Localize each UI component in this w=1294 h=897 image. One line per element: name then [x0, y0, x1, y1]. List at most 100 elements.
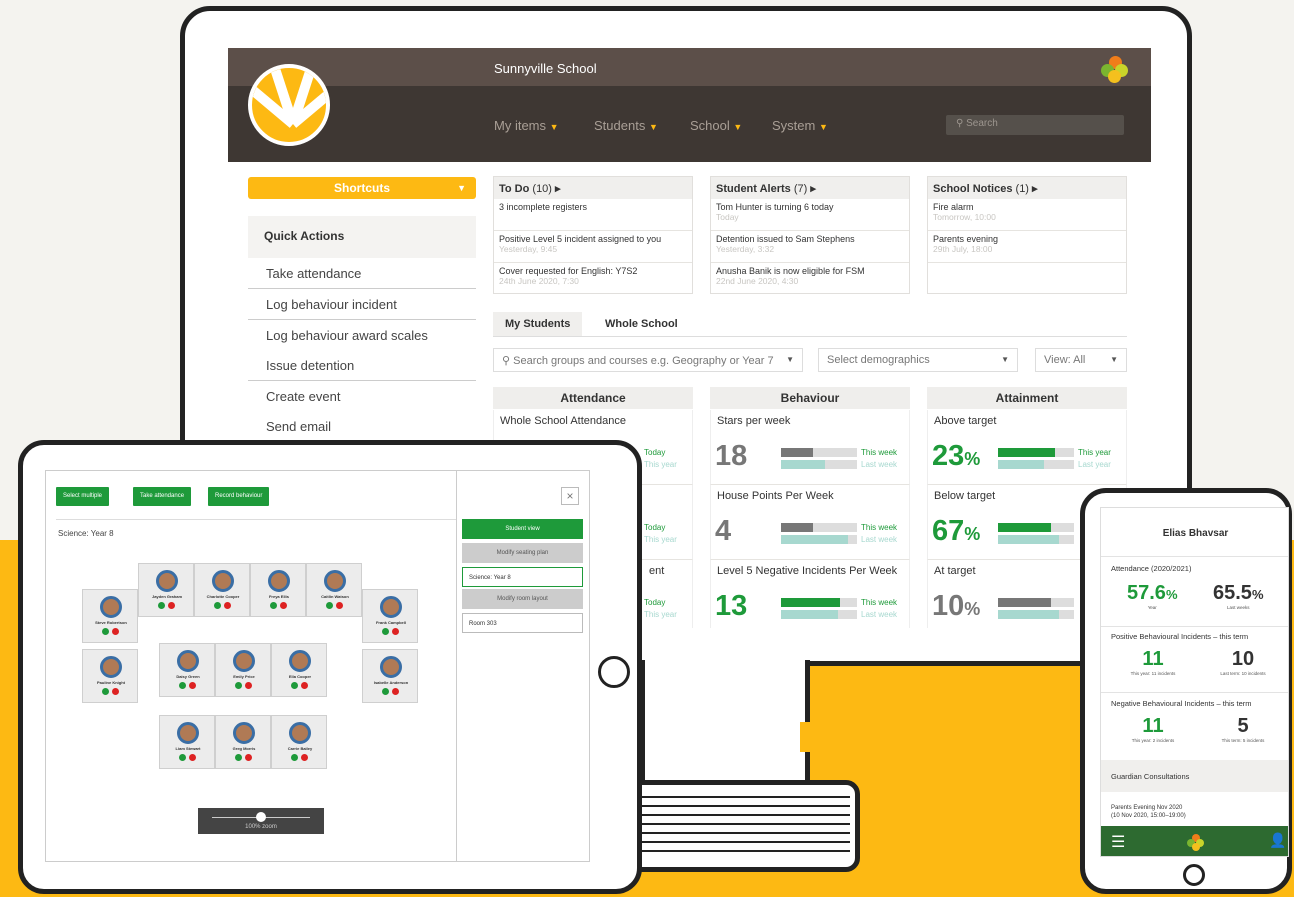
negative-icon[interactable]: [336, 602, 343, 609]
student-avatar: [233, 722, 255, 744]
negative-icon[interactable]: [301, 682, 308, 689]
nav-my-items[interactable]: My items ▼: [494, 118, 559, 133]
student-seat[interactable]: Pauline Knight: [82, 649, 138, 703]
app-logo-icon[interactable]: [1187, 834, 1204, 851]
negative-incidents-metric[interactable]: Level 5 Negative Incidents Per Week 13 T…: [710, 560, 910, 628]
student-seat[interactable]: Carrie Bailey: [271, 715, 327, 769]
guardian-event[interactable]: Parents Evening Nov 2020 (10 Nov 2020, 15…: [1111, 804, 1186, 820]
alert-item[interactable]: Tom Hunter is turning 6 today Today: [711, 199, 909, 231]
notices-header[interactable]: School Notices (1) ▸: [928, 177, 1126, 199]
negative-icon[interactable]: [112, 628, 119, 635]
class-select[interactable]: Science: Year 8: [462, 567, 583, 587]
todo-item[interactable]: 3 incomplete registers: [494, 199, 692, 231]
notice-item[interactable]: Parents evening 29th July, 18:00: [928, 231, 1126, 263]
alerts-header[interactable]: Student Alerts (7) ▸: [711, 177, 909, 199]
negative-icon[interactable]: [112, 688, 119, 695]
positive-icon[interactable]: [102, 688, 109, 695]
alert-item[interactable]: Detention issued to Sam Stephens Yesterda…: [711, 231, 909, 263]
student-seat[interactable]: Ella Cooper: [271, 643, 327, 697]
todo-item[interactable]: Positive Level 5 incident assigned to yo…: [494, 231, 692, 263]
todo-header[interactable]: To Do (10) ▸: [494, 177, 692, 199]
student-view-button[interactable]: Student view: [462, 519, 583, 539]
take-attendance-button[interactable]: Take attendance: [133, 487, 192, 506]
group-search-input[interactable]: ⚲ Search groups and courses e.g. Geograp…: [493, 348, 803, 372]
negative-icon[interactable]: [224, 602, 231, 609]
alert-item[interactable]: Anusha Banik is now eligible for FSM 22nd…: [711, 263, 909, 295]
close-icon[interactable]: ×: [561, 487, 579, 505]
student-seat[interactable]: Steve Robertson: [82, 589, 138, 643]
student-avatar: [100, 656, 122, 678]
room-select[interactable]: Room 303: [462, 613, 583, 633]
search-input[interactable]: ⚲ Search: [946, 115, 1124, 135]
positive-icon[interactable]: [179, 682, 186, 689]
positive-icon[interactable]: [382, 628, 389, 635]
stars-per-week-metric[interactable]: Stars per week 18 This week Last week: [710, 410, 910, 485]
positive-icon[interactable]: [214, 602, 221, 609]
negative-icon[interactable]: [245, 682, 252, 689]
student-seat[interactable]: Liam Stewart: [159, 715, 215, 769]
view-select[interactable]: View: All ▼: [1035, 348, 1127, 372]
student-seat[interactable]: Greg Morris: [215, 715, 271, 769]
positive-icon[interactable]: [270, 602, 277, 609]
menu-icon[interactable]: ☰: [1111, 832, 1125, 852]
student-avatar: [380, 596, 402, 618]
nav-school[interactable]: School ▼: [690, 118, 742, 133]
attendance-label: Attendance (2020/2021): [1111, 564, 1192, 573]
todo-item[interactable]: Cover requested for English: Y7S2 24th Ju…: [494, 263, 692, 295]
negative-icon[interactable]: [301, 754, 308, 761]
select-multiple-button[interactable]: Select multiple: [56, 487, 110, 506]
positive-icon[interactable]: [291, 682, 298, 689]
student-seat[interactable]: Caitlin Watson: [306, 563, 362, 617]
quick-action-issue-detention[interactable]: Issue detention: [248, 350, 476, 381]
student-seat[interactable]: Isabelle Anderson: [362, 649, 418, 703]
positive-icon[interactable]: [235, 682, 242, 689]
negative-icon[interactable]: [245, 754, 252, 761]
negative-icon[interactable]: [392, 628, 399, 635]
guardian-section[interactable]: Guardian Consultations: [1101, 760, 1288, 792]
nav-students[interactable]: Students ▼: [594, 118, 658, 133]
student-seat[interactable]: Charlotte Cooper: [194, 563, 250, 617]
student-seat[interactable]: Frank Campbell: [362, 589, 418, 643]
student-name: Pauline Knight: [97, 680, 125, 685]
negative-icon[interactable]: [392, 688, 399, 695]
zoom-handle[interactable]: [256, 812, 266, 822]
divider: [1101, 692, 1288, 693]
above-target-metric[interactable]: Above target 23% This year Last year: [927, 410, 1127, 485]
negative-icon[interactable]: [280, 602, 287, 609]
student-seat[interactable]: Jayden Graham: [138, 563, 194, 617]
student-name: Carrie Bailey: [287, 746, 313, 751]
record-behaviour-button[interactable]: Record behaviour: [208, 487, 270, 506]
tab-my-students[interactable]: My Students: [493, 312, 583, 336]
notice-item[interactable]: Fire alarm Tomorrow, 10:00: [928, 199, 1126, 231]
quick-action-send-email[interactable]: Send email: [248, 411, 476, 442]
attainment-column-header: Attainment: [927, 387, 1127, 409]
positive-icon[interactable]: [235, 754, 242, 761]
negative-icon[interactable]: [168, 602, 175, 609]
positive-icon[interactable]: [326, 602, 333, 609]
positive-icon[interactable]: [382, 688, 389, 695]
positive-icon[interactable]: [158, 602, 165, 609]
positive-icon[interactable]: [291, 754, 298, 761]
quick-action-create-event[interactable]: Create event: [248, 381, 476, 412]
shortcuts-dropdown[interactable]: Shortcuts ▼: [248, 177, 476, 199]
house-points-metric[interactable]: House Points Per Week 4 This week Last w…: [710, 485, 910, 560]
chevron-down-icon: ▼: [786, 355, 794, 364]
quick-action-log-award-scales[interactable]: Log behaviour award scales: [248, 320, 476, 351]
student-name: Charlotte Cooper: [206, 594, 240, 599]
demographics-select[interactable]: Select demographics ▼: [818, 348, 1018, 372]
student-seat[interactable]: Emily Price: [215, 643, 271, 697]
positive-icon[interactable]: [179, 754, 186, 761]
positive-icon[interactable]: [102, 628, 109, 635]
modify-seating-plan-button[interactable]: Modify seating plan: [462, 543, 583, 563]
tab-whole-school[interactable]: Whole School: [593, 312, 690, 336]
student-seat[interactable]: Daisy Green: [159, 643, 215, 697]
quick-action-log-behaviour-incident[interactable]: Log behaviour incident: [248, 289, 476, 320]
negative-icon[interactable]: [189, 754, 196, 761]
negative-icon[interactable]: [189, 682, 196, 689]
nav-system[interactable]: System ▼: [772, 118, 828, 133]
zoom-slider[interactable]: 100% zoom: [198, 808, 324, 834]
profile-icon[interactable]: 👤: [1269, 832, 1286, 849]
modify-room-layout-button[interactable]: Modify room layout: [462, 589, 583, 609]
quick-action-take-attendance[interactable]: Take attendance: [248, 258, 476, 289]
student-seat[interactable]: Freya Ellis: [250, 563, 306, 617]
